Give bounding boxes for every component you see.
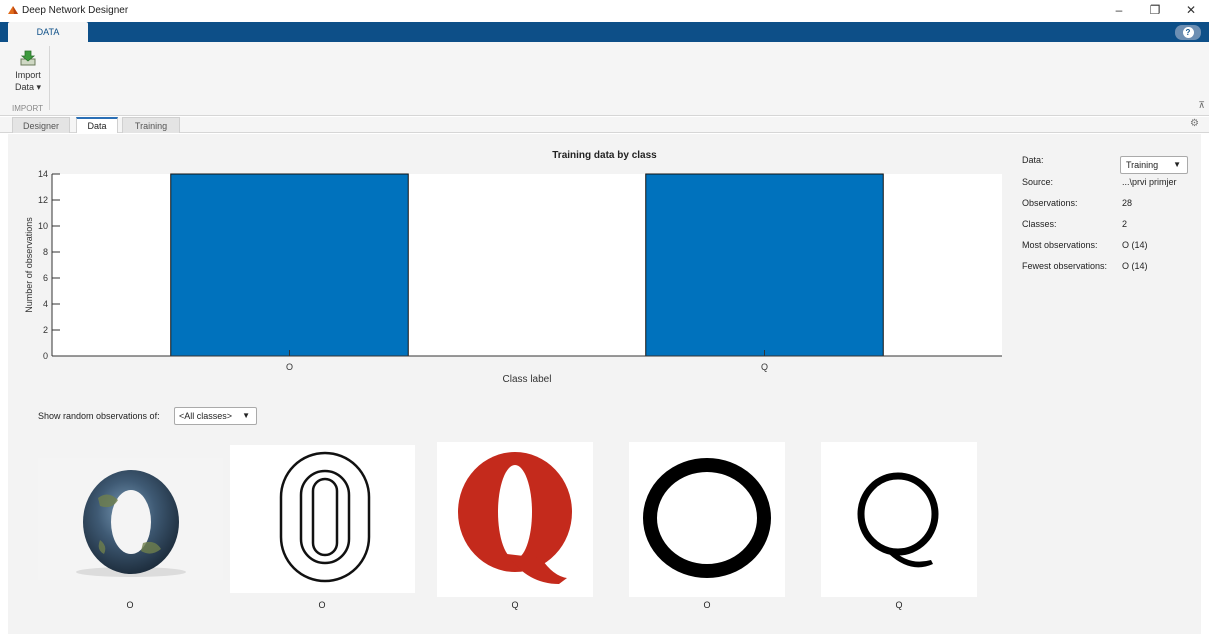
y-tick-label: 0 — [43, 351, 48, 361]
x-axis-label: Class label — [503, 374, 552, 385]
observation-label: O — [703, 600, 711, 610]
observation-image-serif-q — [821, 442, 977, 597]
bar-Q — [645, 173, 884, 357]
fewest-observations-label: Fewest observations: — [1022, 261, 1108, 271]
classes-value: 2 — [1122, 219, 1128, 229]
red-q-image — [458, 452, 572, 584]
observation-image-outline-zero — [230, 445, 415, 593]
x-tick-label: Q — [761, 362, 768, 372]
y-tick-label: 8 — [43, 247, 48, 257]
y-tick-label: 12 — [38, 195, 48, 205]
earth-o-image — [76, 470, 186, 577]
random-observations-label: Show random observations of: — [38, 411, 160, 421]
outline-zero-image — [279, 451, 371, 583]
fewest-observations-value: O (14) — [1122, 261, 1148, 271]
observations-value: 28 — [1122, 198, 1133, 208]
chevron-down-icon: ▼ — [1173, 160, 1181, 169]
y-tick-label: 14 — [38, 169, 48, 179]
observation-image-earth-o — [38, 458, 223, 580]
y-tick-label: 4 — [43, 299, 48, 309]
observation-label: O — [318, 600, 326, 610]
observation-label: Q — [895, 600, 903, 610]
chevron-down-icon: ▼ — [242, 411, 250, 420]
source-label: Source: — [1022, 177, 1054, 187]
ring-o-image — [643, 458, 771, 578]
bar-O — [170, 173, 409, 357]
x-tick-label: O — [286, 362, 293, 372]
observations-label: Observations: — [1022, 198, 1078, 208]
observation-label: O — [126, 600, 134, 610]
source-value: ...\prvi primjer — [1122, 177, 1177, 187]
observation-image-ring-o — [629, 442, 785, 597]
observation-label: Q — [511, 600, 519, 610]
most-observations-value: O (14) — [1122, 240, 1148, 250]
y-tick-label: 6 — [43, 273, 48, 283]
y-tick-label: 10 — [38, 221, 48, 231]
y-axis-label: Number of observations — [24, 217, 34, 313]
data-label: Data: — [1022, 155, 1044, 165]
classes-label: Classes: — [1022, 219, 1057, 229]
class-filter-select[interactable]: <All classes> ▼ — [174, 407, 257, 425]
class-filter-value: <All classes> — [179, 411, 233, 421]
observation-image-red-q — [437, 442, 593, 597]
most-observations-label: Most observations: — [1022, 240, 1098, 250]
serif-q-image — [857, 472, 939, 568]
data-select[interactable]: Training ▼ — [1120, 156, 1188, 174]
data-select-value: Training — [1126, 160, 1159, 170]
y-tick-label: 2 — [43, 325, 48, 335]
